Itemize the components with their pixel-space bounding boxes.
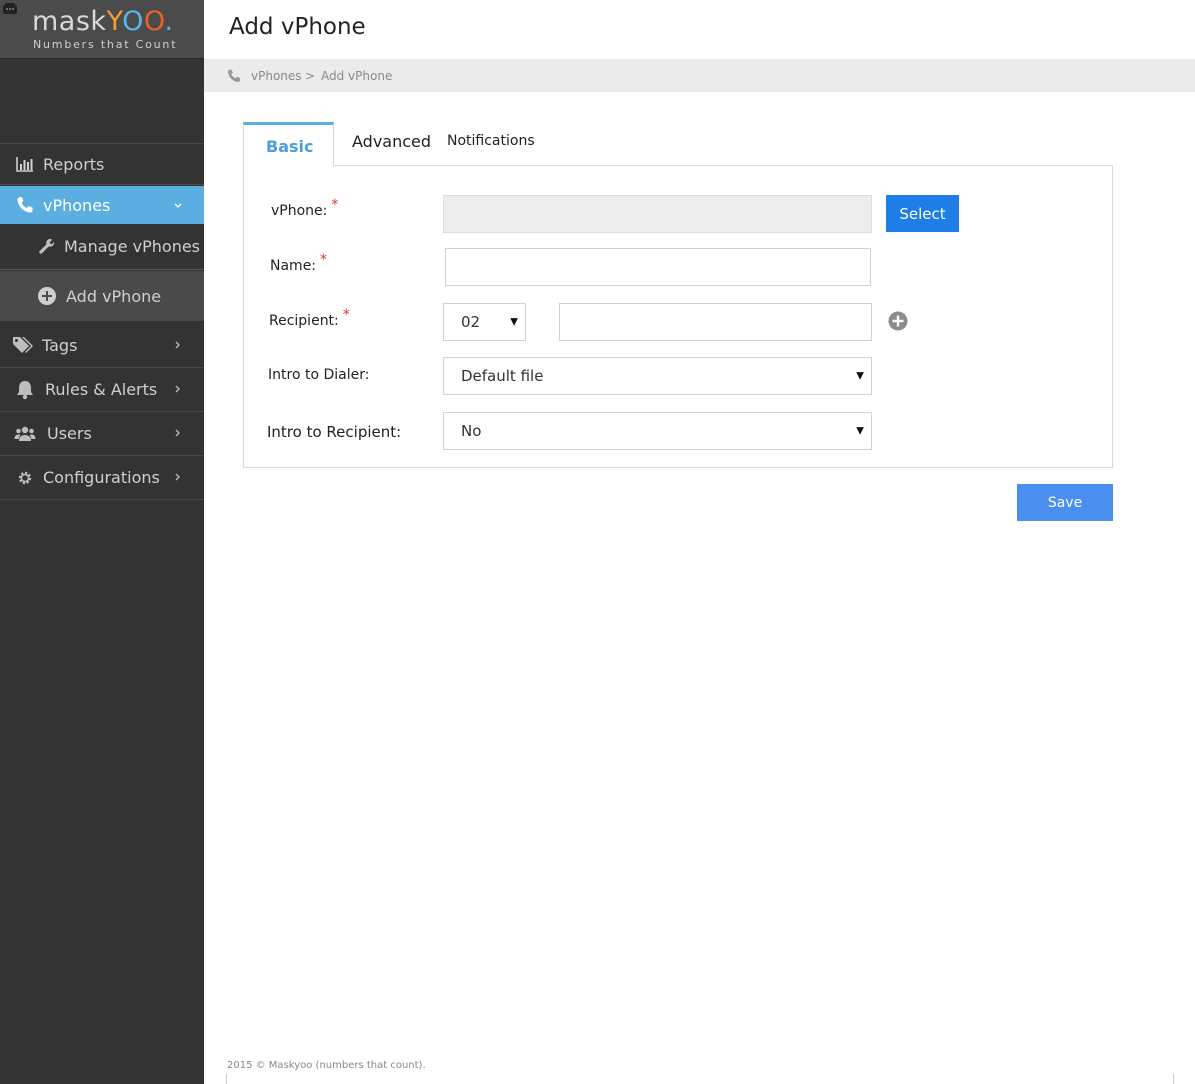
sidebar-item-tags[interactable]: Tags [0,323,204,368]
sidebar-item-configurations[interactable]: Configurations [0,456,204,500]
logo-part: O [122,6,144,37]
caret-down-icon: ▼ [856,370,864,382]
breadcrumb-vphones-link[interactable]: vPhones [251,69,302,83]
sidebar-item-label: Reports [43,154,105,174]
sidebar-item-label: Rules & Alerts [45,380,158,399]
chevron-right-icon [175,429,180,437]
logo-mark-icon [3,3,17,14]
bar-chart-icon [14,154,36,174]
chevron-down-icon [174,203,182,208]
intro-dialer-label: Intro to Dialer: [268,367,370,383]
sidebar: maskYOO. Numbers that Count Reports vPho… [0,0,204,1084]
label-text: vPhone: [271,203,328,219]
phone-icon [228,69,240,82]
phone-icon [14,195,36,215]
caret-down-icon: ▼ [856,425,864,437]
sidebar-item-vphones[interactable]: vPhones [0,186,204,224]
name-field[interactable] [445,248,871,286]
footer-divider [226,1074,227,1084]
sidebar-item-label: Tags [42,335,78,355]
sidebar-item-rules-alerts[interactable]: Rules & Alerts [0,368,204,412]
logo[interactable]: maskYOO. Numbers that Count [0,0,204,59]
required-mark: * [320,252,328,268]
label-text: Recipient: [269,313,339,329]
users-icon [14,424,36,444]
intro-dialer-select[interactable]: Default file ▼ [443,357,872,395]
tab-basic[interactable]: Basic [243,122,334,166]
footer-text: 2015 © Maskyoo (numbers that count). [227,1060,426,1071]
sidebar-item-label: Users [47,424,92,443]
sidebar-item-label: Manage vPhones [64,237,201,256]
plus-circle-icon [36,286,58,306]
wrench-icon [36,237,58,257]
caret-down-icon: ▼ [510,316,518,328]
tab-advanced[interactable]: Advanced [352,132,431,151]
chevron-right-icon [175,473,180,481]
sidebar-item-label: Add vPhone [66,286,162,306]
intro-dialer-value: Default file [461,367,544,385]
sidebar-item-label: Configurations [43,468,160,487]
select-button[interactable]: Select [886,195,959,232]
page-title: Add vPhone [229,14,366,40]
bell-icon [14,380,36,400]
intro-recipient-label: Intro to Recipient: [267,423,402,441]
label-text: Name: [270,258,317,274]
vphone-label: vPhone: * [271,197,338,219]
recipient-prefix-value: 02 [461,313,481,331]
logo-part: . [164,6,174,37]
chevron-right-icon [175,341,180,349]
intro-recipient-select[interactable]: No ▼ [443,412,872,450]
breadcrumb: vPhones > Add vPhone [204,59,1195,92]
name-label: Name: * [270,252,327,274]
logo-part: O [143,6,165,37]
save-button[interactable]: Save [1017,484,1113,521]
recipient-label: Recipient: * [269,307,350,329]
recipient-number-field[interactable] [559,303,872,341]
breadcrumb-separator: > [305,69,316,83]
intro-recipient-value: No [461,422,482,440]
sidebar-item-reports[interactable]: Reports [0,143,204,185]
sidebar-item-users[interactable]: Users [0,412,204,456]
add-recipient-icon[interactable] [888,311,908,331]
logo-part: Y [106,6,123,37]
vphone-field[interactable] [443,195,872,233]
logo-tagline: Numbers that Count [33,38,178,51]
tags-icon [12,335,34,355]
required-mark: * [342,307,350,323]
sidebar-item-manage-vphones[interactable]: Manage vPhones [0,224,204,270]
sidebar-item-add-vphone[interactable]: Add vPhone [0,271,204,321]
footer-divider [1173,1074,1174,1084]
gear-icon [14,468,36,488]
tab-notifications[interactable]: Notifications [447,133,535,149]
breadcrumb-current: Add vPhone [321,69,393,83]
chevron-right-icon [175,385,180,393]
required-mark: * [331,197,339,213]
recipient-prefix-select[interactable]: 02 ▼ [443,303,526,341]
logo-text: maskYOO. [32,6,174,37]
logo-part: mask [32,6,107,37]
sidebar-item-label: vPhones [43,195,111,215]
